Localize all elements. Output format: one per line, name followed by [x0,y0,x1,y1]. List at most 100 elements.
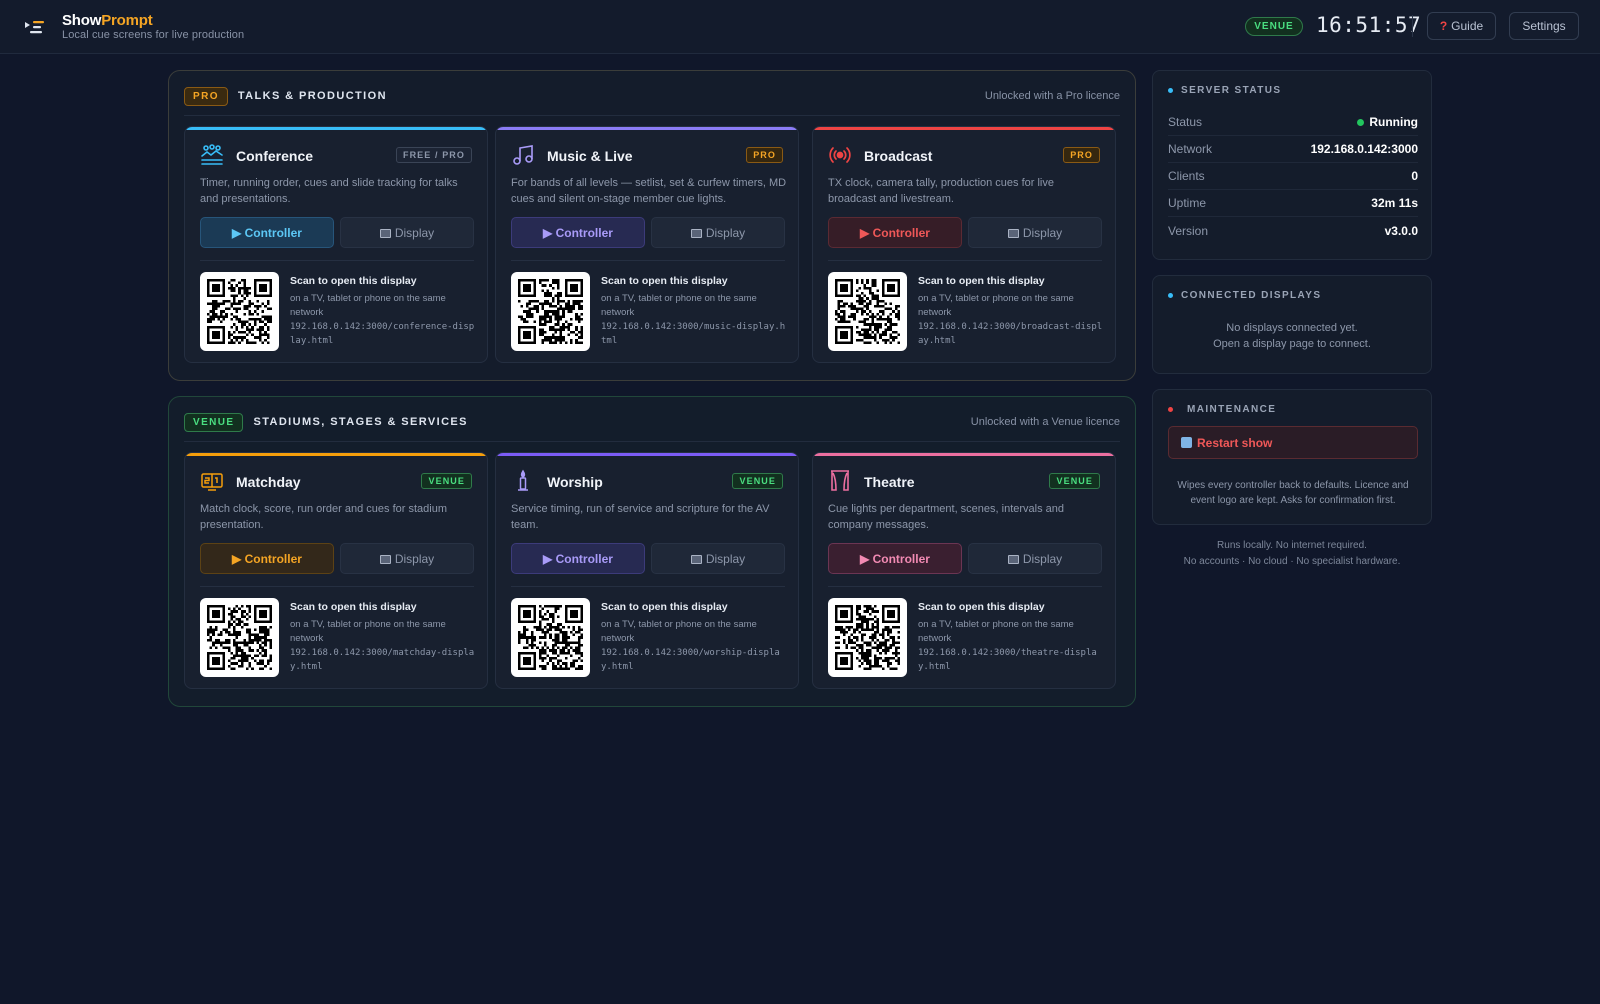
tv-icon [690,555,702,564]
app-tagline: Local cue screens for live production [62,29,245,41]
display-button[interactable]: Display [968,217,1102,248]
qr-code [511,598,590,677]
card-title: Conference [236,148,314,164]
display-button[interactable]: Display [651,217,785,248]
music-note-icon [513,145,533,165]
group-licence-badge: VENUE [184,412,244,432]
header-divider [1412,15,1413,37]
status-dot [1168,407,1173,412]
scan-subtitle: on a TV, tablet or phone on the same net… [601,293,757,318]
qr-code-image [518,605,583,670]
restart-show-button[interactable]: Restart show [1168,426,1418,459]
divider [200,260,474,261]
display-button[interactable]: Display [651,543,785,574]
qr-code-image [207,279,272,344]
network-row: Network 192.168.0.142:3000 [1168,136,1418,163]
controller-button[interactable]: ▶ Controller [200,217,334,248]
qr-code [828,272,907,351]
scan-title: Scan to open this display [601,601,728,613]
controller-button[interactable]: ▶ Controller [828,217,962,248]
divider [828,260,1102,261]
row-label: Status [1168,115,1203,129]
panel-title: MAINTENANCE [1187,404,1277,415]
qr-code [828,598,907,677]
qr-code-image [207,605,272,670]
version-row: Version v3.0.0 [1168,217,1418,244]
scoreboard-icon [201,473,223,491]
clients-row: Clients 0 [1168,163,1418,190]
scan-title: Scan to open this display [918,275,1045,287]
group-licence-badge: PRO [184,86,228,106]
card-description: Match clock, score, run order and cues f… [200,503,447,531]
showprompt-logo-icon [25,21,44,34]
play-icon: ▶ [860,225,873,240]
broadcast-icon [829,147,851,163]
running-indicator [1357,118,1365,126]
tv-icon [379,555,391,564]
panel-title: CONNECTED DISPLAYS [1181,290,1322,301]
qr-code [200,272,279,351]
controller-button[interactable]: ▶ Controller [511,543,645,574]
card-description: Timer, running order, cues and slide tra… [200,177,458,205]
card-conference: Conference FREE / PRO Timer, running ord… [184,126,488,363]
tier-badge: PRO [746,147,783,163]
display-button[interactable]: Display [340,543,474,574]
card-description: For bands of all levels — setlist, set &… [511,177,787,205]
controller-button[interactable]: ▶ Controller [828,543,962,574]
card-accent-bar [496,453,798,456]
controller-button[interactable]: ▶ Controller [511,217,645,248]
scan-subtitle: on a TV, tablet or phone on the same net… [601,619,757,644]
card-worship: Worship VENUE Service timing, run of ser… [495,452,799,689]
group-title: STADIUMS, STAGES & SERVICES [253,416,468,428]
restart-icon [1181,437,1192,448]
divider [184,115,1120,116]
live-clock: 16:51:57 [1316,13,1422,37]
footer-line-1: Runs locally. No internet required. [1217,540,1367,551]
audience-icon [201,144,223,165]
status-row: Status Running [1168,109,1418,136]
group-talks-production: PRO TALKS & PRODUCTION Unlocked with a P… [168,70,1136,381]
card-title: Music & Live [547,148,633,164]
card-accent-bar [496,127,798,130]
tier-badge: FREE / PRO [395,147,472,163]
scan-subtitle: on a TV, tablet or phone on the same net… [290,293,446,318]
app-title: ShowPrompt [62,12,153,29]
play-icon: ▶ [232,225,245,240]
qr-code-image [835,279,900,344]
play-icon: ▶ [543,225,556,240]
tv-icon [1007,555,1019,564]
row-label: Version [1168,223,1209,238]
licence-badge: VENUE [1245,17,1303,36]
scan-title: Scan to open this display [290,275,417,287]
maintenance-note: Wipes every controller back to defaults.… [1177,480,1409,506]
settings-button[interactable]: Settings [1509,12,1579,40]
tier-badge: VENUE [1049,473,1100,489]
card-description: Cue lights per department, scenes, inter… [828,503,1065,531]
display-url: 192.168.0.142:3000/worship-display.html [601,648,780,672]
card-title: Broadcast [864,148,933,164]
row-value: 32m 11s [1371,196,1418,210]
card-broadcast: Broadcast PRO TX clock, camera tally, pr… [812,126,1116,363]
scan-subtitle: on a TV, tablet or phone on the same net… [290,619,446,644]
card-title: Matchday [236,474,301,490]
qr-code [200,598,279,677]
question-mark-icon: ? [1439,19,1448,33]
divider [511,260,785,261]
footer-line-2: No accounts · No cloud · No specialist h… [1183,556,1401,567]
top-bar: ShowPrompt Local cue screens for live pr… [0,0,1600,54]
display-button[interactable]: Display [968,543,1102,574]
tv-icon [1007,229,1019,238]
tier-badge: PRO [1063,147,1100,163]
row-value: 192.168.0.142:3000 [1310,142,1418,156]
row-value: v3.0.0 [1384,223,1418,238]
maintenance-panel: MAINTENANCE Restart show Wipes every con… [1152,389,1432,525]
qr-code [511,272,590,351]
scan-title: Scan to open this display [918,601,1045,613]
scan-subtitle: on a TV, tablet or phone on the same net… [918,619,1074,644]
guide-button[interactable]: ? Guide [1427,12,1496,40]
play-icon: ▶ [232,551,245,566]
display-button[interactable]: Display [340,217,474,248]
tier-badge: VENUE [732,473,783,489]
controller-button[interactable]: ▶ Controller [200,543,334,574]
scan-subtitle: on a TV, tablet or phone on the same net… [918,293,1074,318]
